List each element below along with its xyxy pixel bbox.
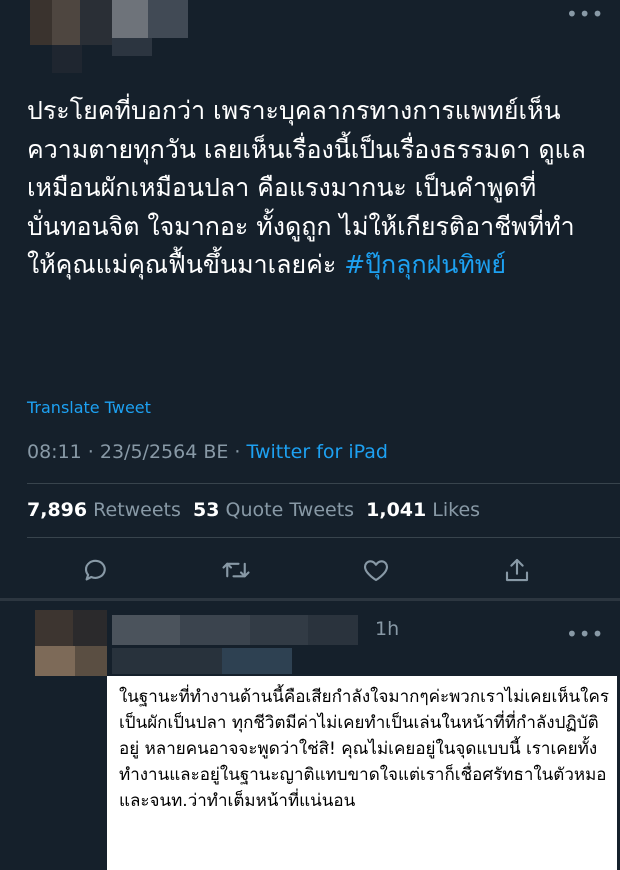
quotes-stat[interactable]: 53 Quote Tweets (193, 499, 354, 521)
reply-text: ในฐานะที่ทำงานด้านนี้คือเสียกำลังใจมากๆค… (119, 687, 609, 811)
tweet-separator (0, 598, 620, 601)
share-icon[interactable] (497, 550, 537, 590)
tweet-source-link[interactable]: Twitter for iPad (247, 441, 388, 463)
like-icon[interactable] (356, 550, 396, 590)
retweets-stat[interactable]: 7,896 Retweets (27, 499, 181, 521)
reply-content: ในฐานะที่ทำงานด้านนี้คือเสียกำลังใจมากๆค… (107, 676, 617, 870)
hashtag-link[interactable]: #ปุ๊กลุกฝนทิพย์ (344, 250, 506, 279)
reply-more-options-icon[interactable]: ••• (566, 624, 604, 644)
tweet-stats: 7,896 Retweets 53 Quote Tweets 1,041 Lik… (27, 499, 480, 521)
tweet-meta: 08:11 · 23/5/2564 BE · Twitter for iPad (27, 441, 388, 463)
likes-stat[interactable]: 1,041 Likes (366, 499, 480, 521)
more-options-icon[interactable]: ••• (566, 4, 604, 24)
tweet-text: ประโยคที่บอกว่า เพราะบุคลากรทางการแพทย์เ… (27, 92, 602, 285)
divider-bottom (27, 537, 620, 538)
translate-tweet-link[interactable]: Translate Tweet (27, 398, 151, 417)
reply-icon[interactable] (76, 550, 116, 590)
action-bar (0, 550, 620, 590)
reply-time[interactable]: 1h (375, 618, 399, 640)
divider-top (27, 483, 620, 484)
tweet-timestamp[interactable]: 08:11 · 23/5/2564 BE · (27, 441, 247, 463)
retweet-icon[interactable] (216, 550, 256, 590)
